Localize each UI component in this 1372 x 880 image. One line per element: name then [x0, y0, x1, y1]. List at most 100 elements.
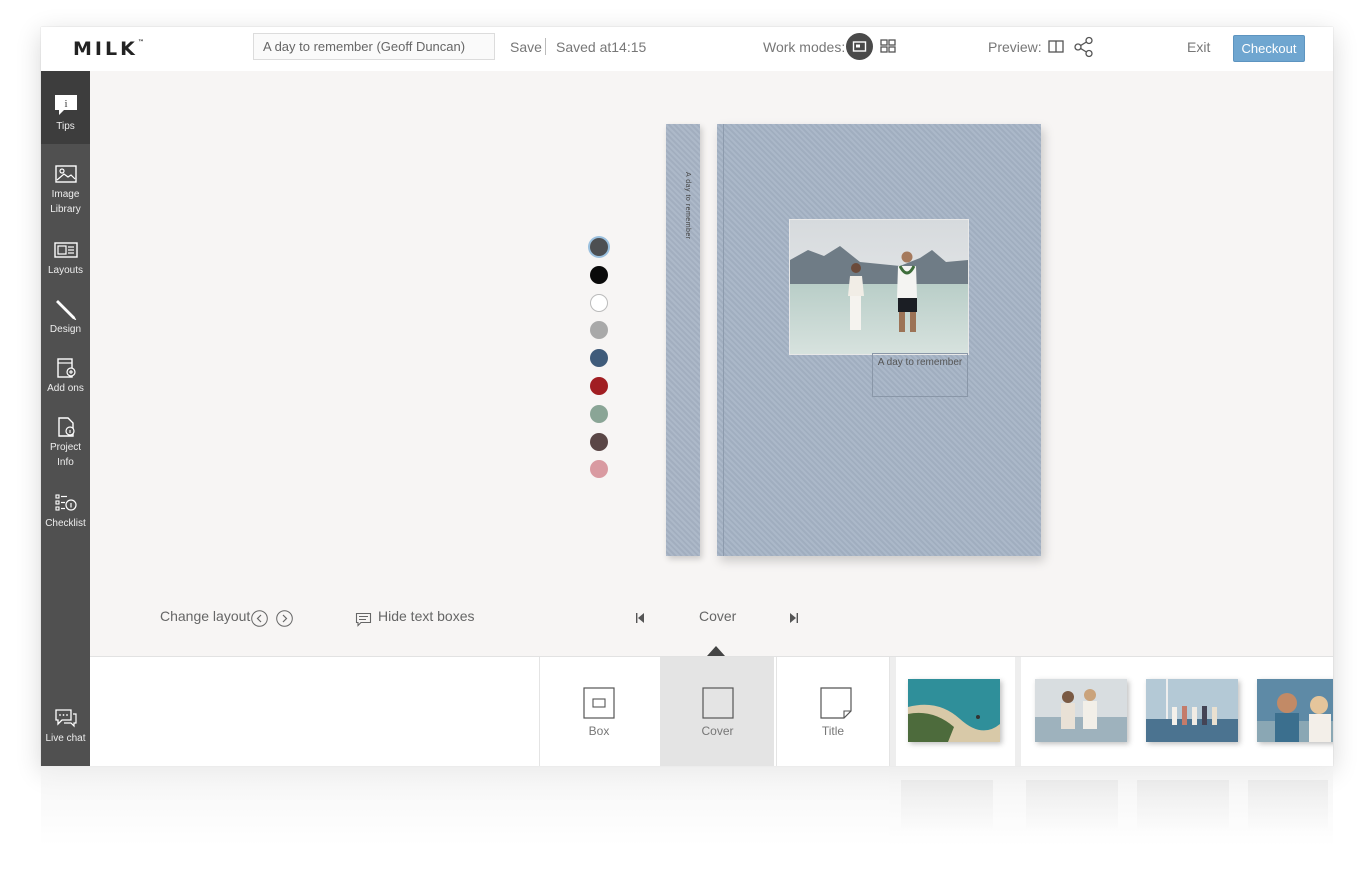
- sidebar: i Tips Image Library Layouts Design Add …: [41, 71, 90, 766]
- first-page-button[interactable]: [633, 611, 647, 625]
- hide-text-boxes-button[interactable]: [355, 611, 372, 628]
- photo-thumbnail[interactable]: [1035, 679, 1127, 742]
- sidebar-item-label: Project Info: [49, 442, 82, 468]
- book-spine[interactable]: A day to remember: [666, 124, 700, 556]
- project-title-input[interactable]: [253, 33, 495, 60]
- sidebar-item-add-ons[interactable]: Add ons: [41, 357, 90, 396]
- open-book-icon: [1048, 40, 1064, 53]
- friends-boat-photo: [1035, 679, 1127, 742]
- work-mode-single-button[interactable]: [846, 33, 873, 60]
- saved-status: Saved at14:15: [556, 39, 647, 55]
- comment-icon: [355, 612, 372, 627]
- spine-text[interactable]: A day to remember: [675, 172, 691, 252]
- color-swatch[interactable]: [590, 265, 608, 284]
- sidebar-item-design[interactable]: Design: [41, 298, 90, 337]
- add-ons-icon: [56, 358, 76, 378]
- reflection-shape: [1026, 780, 1118, 830]
- save-button[interactable]: Save: [510, 39, 542, 55]
- pencil-icon: [55, 300, 76, 320]
- reflection-shape: [1248, 780, 1328, 830]
- skip-back-icon: [636, 613, 644, 623]
- image-icon: [54, 165, 77, 183]
- preview-book-button[interactable]: [1045, 36, 1067, 58]
- layout-option-label: Cover: [701, 724, 734, 738]
- photo-thumbnail[interactable]: [1146, 679, 1238, 742]
- next-layout-button[interactable]: [276, 610, 293, 627]
- live-chat-label: Live chat: [45, 733, 86, 744]
- tray-divider: [890, 657, 896, 766]
- tray-divider: [1015, 657, 1021, 766]
- share-icon: [1074, 36, 1093, 58]
- checklist-icon: [54, 494, 77, 511]
- sidebar-item-label: Tips: [56, 121, 75, 132]
- color-swatch[interactable]: [590, 293, 608, 312]
- tips-icon: i: [54, 95, 77, 115]
- cover-hinge: [723, 124, 724, 556]
- layout-option-label: Box: [588, 724, 610, 738]
- preview-label: Preview:: [988, 39, 1042, 55]
- sidebar-item-label: Checklist: [45, 518, 86, 529]
- color-swatch[interactable]: [590, 321, 608, 340]
- layout-option-cover[interactable]: Cover: [660, 657, 774, 766]
- chevron-right-icon: [276, 610, 293, 627]
- sidebar-item-layouts[interactable]: Layouts: [41, 239, 90, 278]
- color-swatch[interactable]: [590, 460, 608, 479]
- sidebar-item-project-info[interactable]: Project Info: [41, 416, 90, 470]
- box-layout-icon: [583, 687, 615, 719]
- layout-option-label: Title: [821, 724, 845, 738]
- yacht-group-photo: [1146, 679, 1238, 742]
- sidebar-item-image-library[interactable]: Image Library: [41, 163, 90, 217]
- color-swatch[interactable]: [590, 432, 608, 451]
- app-window: MILK™ Save Saved at14:15 Work modes: Pre…: [41, 27, 1333, 766]
- skip-forward-icon: [790, 613, 798, 623]
- grid-icon: [880, 39, 896, 53]
- work-mode-grid-button[interactable]: [878, 36, 900, 58]
- sidebar-item-label: Design: [49, 324, 82, 335]
- color-swatch[interactable]: [590, 377, 608, 395]
- checkout-button[interactable]: Checkout: [1233, 35, 1305, 62]
- photo-thumbnail[interactable]: [908, 679, 1000, 742]
- sidebar-item-checklist[interactable]: Checklist: [41, 492, 90, 531]
- change-layout-label: Change layout: [160, 608, 251, 624]
- milk-logo[interactable]: MILK™: [73, 38, 144, 60]
- color-swatch[interactable]: [590, 404, 608, 423]
- chat-icon: [54, 709, 77, 728]
- cover-photo[interactable]: [789, 219, 969, 355]
- color-swatch[interactable]: [590, 349, 608, 368]
- cover-layout-icon: [702, 687, 734, 719]
- couple-smiling-photo: [1257, 679, 1333, 742]
- svg-text:i: i: [64, 98, 67, 110]
- photo-thumbnail[interactable]: [1257, 679, 1333, 742]
- couple-photo: [790, 220, 968, 354]
- project-info-icon: [57, 417, 75, 437]
- single-page-icon: [852, 41, 867, 52]
- title-layout-icon: [820, 687, 852, 719]
- sidebar-item-label: Layouts: [47, 265, 84, 276]
- reflection-shape: [1137, 780, 1229, 830]
- sidebar-item-label: Image Library: [50, 189, 81, 215]
- page-tray: Box Cover Title: [90, 656, 1333, 766]
- cover-title-text[interactable]: A day to remember: [872, 353, 968, 397]
- color-swatch[interactable]: [590, 238, 608, 256]
- sidebar-item-label: Add ons: [47, 383, 84, 394]
- last-page-button[interactable]: [787, 611, 801, 625]
- sidebar-item-tips[interactable]: i Tips: [41, 71, 90, 144]
- top-bar: MILK™ Save Saved at14:15 Work modes: Pre…: [41, 27, 1333, 72]
- work-modes-label: Work modes:: [763, 39, 846, 55]
- reflection-shape: [901, 780, 993, 830]
- divider: [545, 38, 546, 55]
- current-page-label: Cover: [699, 608, 737, 624]
- chevron-left-icon: [251, 610, 268, 627]
- share-button[interactable]: [1073, 36, 1095, 58]
- book-cover[interactable]: A day to remember: [717, 124, 1041, 556]
- window-reflection: [41, 766, 1333, 846]
- layout-option-box[interactable]: Box: [539, 657, 658, 766]
- live-chat-button[interactable]: Live chat: [41, 707, 90, 746]
- layout-option-title[interactable]: Title: [776, 657, 890, 766]
- hide-text-boxes-label[interactable]: Hide text boxes: [378, 608, 475, 624]
- beach-aerial-photo: [908, 679, 1000, 742]
- previous-layout-button[interactable]: [251, 610, 268, 627]
- layouts-icon: [53, 242, 78, 258]
- current-page-pointer: [707, 646, 725, 656]
- exit-button[interactable]: Exit: [1187, 39, 1210, 55]
